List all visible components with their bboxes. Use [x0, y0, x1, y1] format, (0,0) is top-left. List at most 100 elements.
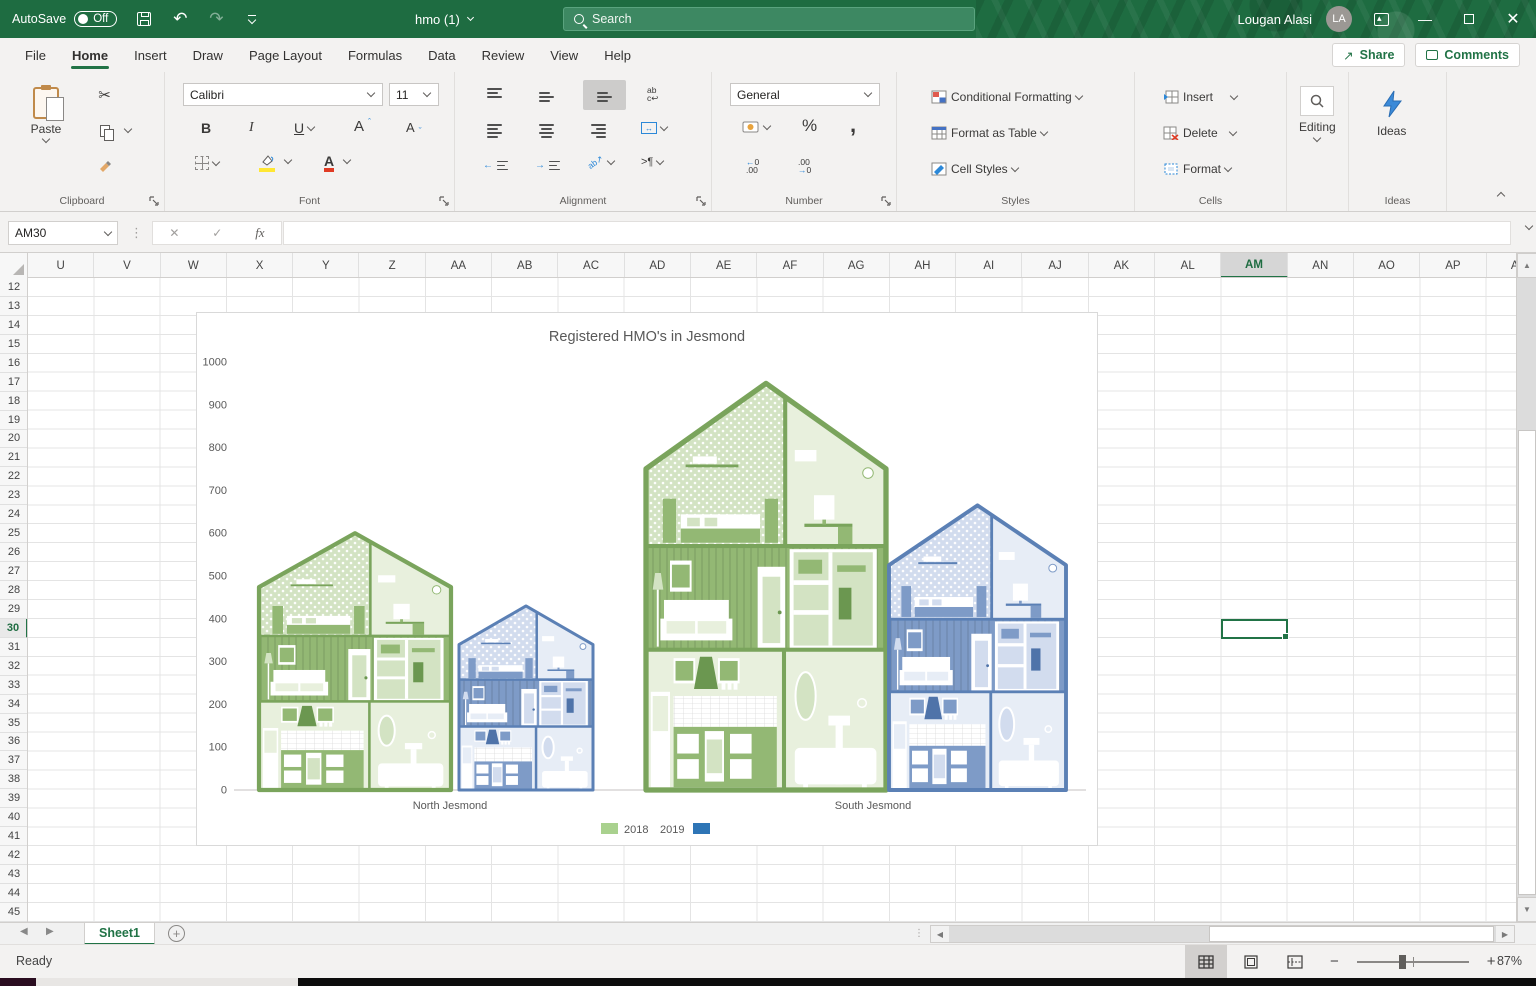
row-header-18[interactable]: 18	[0, 392, 28, 411]
format-painter-button[interactable]	[92, 156, 117, 177]
tab-help[interactable]: Help	[593, 42, 642, 69]
selected-cell-AM30[interactable]	[1221, 619, 1288, 639]
row-header-23[interactable]: 23	[0, 486, 28, 505]
bottom-align-button[interactable]	[583, 80, 626, 110]
chart-legend[interactable]: 20182019	[601, 823, 710, 836]
number-format-select[interactable]: General	[730, 83, 880, 106]
column-header-AB[interactable]: AB	[492, 253, 558, 277]
column-header-AJ[interactable]: AJ	[1022, 253, 1088, 277]
zoom-slider-thumb[interactable]	[1399, 955, 1406, 969]
align-left-button[interactable]	[483, 122, 506, 140]
row-header-32[interactable]: 32	[0, 657, 28, 676]
name-box[interactable]: AM30	[8, 221, 118, 245]
format-as-table-button[interactable]: Format as Table	[927, 124, 1051, 142]
column-header-AH[interactable]: AH	[890, 253, 956, 277]
tab-view[interactable]: View	[539, 42, 589, 69]
borders-button[interactable]	[191, 154, 223, 172]
increase-font-size-button[interactable]: Aˆ	[350, 116, 375, 137]
align-center-button[interactable]	[535, 122, 558, 140]
next-sheet-button[interactable]: ▶	[40, 925, 60, 938]
alignment-dialog-launcher[interactable]	[696, 196, 706, 206]
row-header-40[interactable]: 40	[0, 808, 28, 827]
share-button[interactable]: ↗Share	[1332, 43, 1405, 67]
row-header-12[interactable]: 12	[0, 278, 28, 297]
redo-button[interactable]: ↷	[207, 10, 225, 28]
row-header-30[interactable]: 30	[0, 619, 28, 638]
row-header-44[interactable]: 44	[0, 884, 28, 903]
align-right-button[interactable]	[587, 122, 610, 140]
column-header-X[interactable]: X	[227, 253, 293, 277]
zoom-percentage[interactable]: 87%	[1497, 954, 1522, 968]
cut-button[interactable]: ✂	[92, 84, 117, 105]
paste-button[interactable]: Paste	[22, 82, 70, 194]
column-header-V[interactable]: V	[94, 253, 160, 277]
row-header-38[interactable]: 38	[0, 770, 28, 789]
row-header-43[interactable]: 43	[0, 865, 28, 884]
zoom-slider[interactable]	[1357, 961, 1469, 963]
house-bar-2019-north-jesmond[interactable]	[459, 606, 593, 790]
tab-data[interactable]: Data	[417, 42, 466, 69]
tab-formulas[interactable]: Formulas	[337, 42, 413, 69]
autosave-toggle[interactable]: AutoSave Off	[12, 11, 117, 27]
vertical-scrollbar[interactable]: ▲ ▼	[1516, 253, 1536, 922]
column-header-AC[interactable]: AC	[558, 253, 624, 277]
row-header-35[interactable]: 35	[0, 714, 28, 733]
enter-formula-button[interactable]: ✓	[206, 225, 228, 241]
column-header-AK[interactable]: AK	[1089, 253, 1155, 277]
row-header-15[interactable]: 15	[0, 335, 28, 354]
column-header-AN[interactable]: AN	[1288, 253, 1354, 277]
column-header-AO[interactable]: AO	[1354, 253, 1420, 277]
customize-quick-access-button[interactable]	[243, 10, 261, 28]
row-header-34[interactable]: 34	[0, 695, 28, 714]
percent-style-button[interactable]: %	[798, 114, 821, 138]
column-header-AQ[interactable]: AQ	[1487, 253, 1516, 277]
decrease-decimal-button[interactable]: .00→0	[794, 156, 815, 176]
column-header-Z[interactable]: Z	[359, 253, 425, 277]
horizontal-scroll-thumb[interactable]	[1209, 926, 1494, 942]
font-name-select[interactable]: Calibri	[183, 83, 383, 106]
accounting-format-button[interactable]	[738, 118, 774, 136]
clipboard-dialog-launcher[interactable]	[149, 196, 159, 206]
row-header-21[interactable]: 21	[0, 448, 28, 467]
format-cells-button[interactable]: Format	[1159, 160, 1235, 178]
minimize-button[interactable]: —	[1410, 4, 1440, 34]
column-header-AL[interactable]: AL	[1155, 253, 1221, 277]
row-header-17[interactable]: 17	[0, 373, 28, 392]
vertical-scroll-thumb[interactable]	[1518, 430, 1536, 895]
row-header-20[interactable]: 20	[0, 430, 28, 449]
avatar[interactable]: LA	[1326, 6, 1352, 32]
tab-review[interactable]: Review	[471, 42, 536, 69]
wrap-text-button[interactable]: abc↩	[643, 84, 662, 104]
chart-title[interactable]: Registered HMO's in Jesmond	[549, 329, 745, 345]
insert-function-button[interactable]: fx	[249, 224, 270, 242]
close-button[interactable]: ✕	[1498, 4, 1528, 34]
ideas-button[interactable]: Ideas	[1373, 88, 1410, 140]
row-header-27[interactable]: 27	[0, 562, 28, 581]
search-box[interactable]: Search	[563, 7, 975, 31]
row-header-36[interactable]: 36	[0, 733, 28, 752]
house-bar-2018-north-jesmond[interactable]	[259, 533, 451, 790]
tab-insert[interactable]: Insert	[123, 42, 178, 69]
horizontal-scrollbar[interactable]: ◀ ▶	[930, 925, 1515, 943]
row-header-41[interactable]: 41	[0, 827, 28, 846]
expand-formula-bar-button[interactable]	[1525, 222, 1533, 230]
legend-label-2018[interactable]: 2018	[624, 824, 648, 836]
underline-button[interactable]: U	[290, 118, 318, 138]
row-header-25[interactable]: 25	[0, 524, 28, 543]
bold-button[interactable]: B	[197, 118, 215, 138]
tab-home[interactable]: Home	[61, 42, 119, 69]
copy-button[interactable]	[92, 120, 135, 141]
column-header-AD[interactable]: AD	[625, 253, 691, 277]
previous-sheet-button[interactable]: ◀	[14, 925, 34, 938]
row-header-16[interactable]: 16	[0, 354, 28, 373]
text-direction-button[interactable]: >¶	[637, 156, 667, 168]
restore-button[interactable]	[1454, 4, 1484, 34]
row-header-19[interactable]: 19	[0, 411, 28, 430]
cell-styles-button[interactable]: Cell Styles	[927, 160, 1022, 178]
column-header-AI[interactable]: AI	[956, 253, 1022, 277]
row-header-22[interactable]: 22	[0, 467, 28, 486]
scroll-right-button[interactable]: ▶	[1496, 926, 1514, 942]
house-bar-2018-south-jesmond[interactable]	[646, 383, 886, 790]
font-size-select[interactable]: 11	[389, 83, 439, 106]
row-header-13[interactable]: 13	[0, 297, 28, 316]
